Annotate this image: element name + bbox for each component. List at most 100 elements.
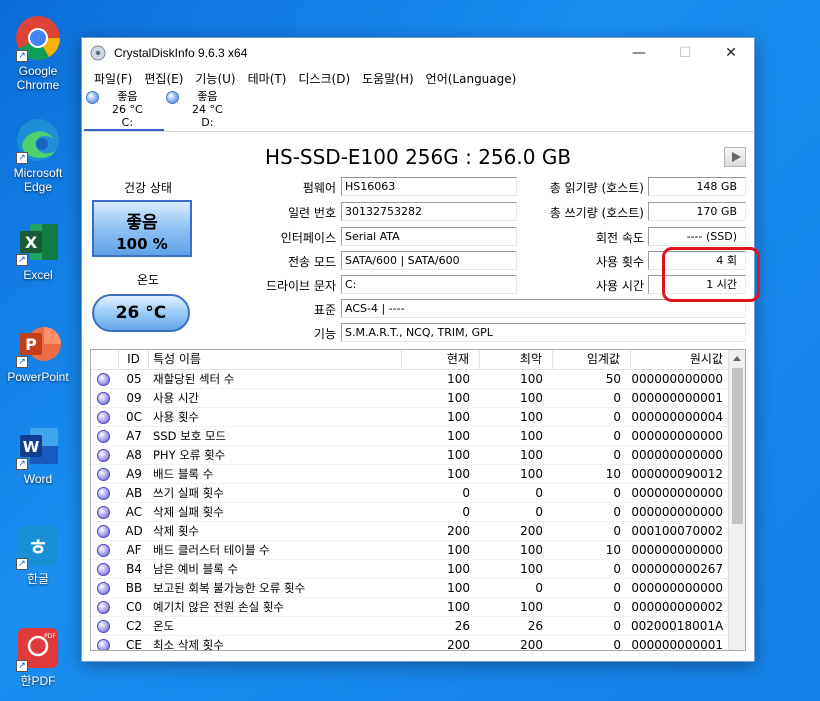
desktop-icon-edge[interactable]: ↗ Microsoft Edge xyxy=(0,116,76,194)
attribute-raw: 000000000000 xyxy=(631,448,723,462)
rotation-value: ---- (SSD) xyxy=(648,227,746,246)
table-row[interactable]: C2 온도 26 26 0 00200018001A xyxy=(91,617,729,636)
vertical-scrollbar[interactable] xyxy=(728,350,745,650)
health-status-button[interactable]: 좋음 100 % xyxy=(92,200,192,257)
desktop-icon-label: 한PDF xyxy=(20,674,56,688)
attribute-threshold: 50 xyxy=(605,372,621,386)
attribute-raw: 000000000001 xyxy=(631,638,723,651)
table-row[interactable]: 09 사용 시간 100 100 0 000000000001 xyxy=(91,389,729,408)
table-row[interactable]: A8 PHY 오류 횟수 100 100 0 000000000000 xyxy=(91,446,729,465)
menu-file[interactable]: 파일(F) xyxy=(88,70,138,87)
header-threshold[interactable]: 임계값 xyxy=(553,350,631,369)
scroll-thumb[interactable] xyxy=(732,368,743,524)
status-dot-icon xyxy=(97,525,110,538)
attribute-id: 05 xyxy=(126,372,142,386)
table-row[interactable]: BB 보고된 회복 불가능한 오류 횟수 100 0 0 000000000000 xyxy=(91,579,729,598)
attribute-id: AD xyxy=(125,524,143,538)
status-good-icon xyxy=(166,91,179,104)
status-good-icon xyxy=(91,560,119,579)
desktop-icon-label: Word xyxy=(23,472,53,486)
drive-tab-c[interactable]: 좋음 26 °C C: xyxy=(84,88,164,131)
header-current[interactable]: 현재 xyxy=(402,350,480,369)
menu-disk[interactable]: 디스크(D) xyxy=(292,70,356,87)
table-row[interactable]: AB 쓰기 실패 횟수 0 0 0 000000000000 xyxy=(91,484,729,503)
attribute-threshold: 10 xyxy=(605,467,621,481)
status-good-icon xyxy=(91,446,119,465)
table-row[interactable]: B4 남은 예비 블록 수 100 100 0 000000000267 xyxy=(91,560,729,579)
attribute-current: 100 xyxy=(447,391,470,405)
attribute-worst: 100 xyxy=(520,562,543,576)
menu-theme[interactable]: 테마(T) xyxy=(242,70,293,87)
status-good-icon xyxy=(91,427,119,446)
attribute-id: AC xyxy=(125,505,143,519)
status-good-icon xyxy=(86,91,99,104)
status-dot-icon xyxy=(97,430,110,443)
features-value: S.M.A.R.T., NCQ, TRIM, GPL xyxy=(341,323,746,342)
desktop-icon-excel[interactable]: X ↗ Excel xyxy=(0,218,76,282)
header-id[interactable]: ID xyxy=(119,350,149,369)
attribute-name: PHY 오류 횟수 xyxy=(153,448,226,462)
svg-text:W: W xyxy=(23,438,40,456)
drive-tab-d[interactable]: 좋음 24 °C D: xyxy=(164,88,244,131)
table-row[interactable]: AF 배드 클러스터 테이블 수 100 100 10 000000000000 xyxy=(91,541,729,560)
table-row[interactable]: CE 최소 삭제 횟수 200 200 0 000000000001 xyxy=(91,636,729,651)
attribute-threshold: 0 xyxy=(613,410,621,424)
app-icon xyxy=(90,45,106,61)
header-name[interactable]: 특성 이름 xyxy=(149,350,402,369)
attribute-id: C0 xyxy=(125,600,142,614)
status-dot-icon xyxy=(97,468,110,481)
table-row[interactable]: AD 삭제 횟수 200 200 0 000100070002 xyxy=(91,522,729,541)
smart-attributes-table[interactable]: ID 특성 이름 현재 최악 임계값 원시값 05 재할당된 섹터 수 100 100… xyxy=(90,349,746,651)
table-row[interactable]: C0 예기치 않은 전원 손실 횟수 100 100 0 000000000002 xyxy=(91,598,729,617)
status-good-icon xyxy=(91,598,119,617)
next-disk-button[interactable] xyxy=(724,147,746,167)
attribute-id: 0C xyxy=(125,410,142,424)
status-good-icon xyxy=(91,503,119,522)
drive-letter-label: 드라이브 문자 xyxy=(265,279,336,293)
menu-edit[interactable]: 편집(E) xyxy=(138,70,189,87)
desktop-icon-word[interactable]: W ↗ Word xyxy=(0,422,76,486)
close-button[interactable]: ✕ xyxy=(708,38,754,68)
attribute-current: 100 xyxy=(447,372,470,386)
desktop-icon-hanpdf[interactable]: PDF ↗ 한PDF xyxy=(0,624,76,688)
attribute-threshold: 0 xyxy=(613,619,621,633)
header-worst[interactable]: 최악 xyxy=(480,350,553,369)
attribute-current: 100 xyxy=(447,543,470,557)
attribute-name: 삭제 횟수 xyxy=(153,524,199,538)
attribute-id: AF xyxy=(126,543,142,557)
desktop-icon-powerpoint[interactable]: P ↗ PowerPoint xyxy=(0,320,76,384)
attribute-name: 사용 시간 xyxy=(153,391,199,405)
attribute-threshold: 0 xyxy=(613,638,621,651)
attribute-threshold: 0 xyxy=(613,524,621,538)
table-row[interactable]: A9 배드 블록 수 100 100 10 000000090012 xyxy=(91,465,729,484)
attribute-threshold: 0 xyxy=(613,600,621,614)
table-row[interactable]: AC 삭제 실패 횟수 0 0 0 000000000000 xyxy=(91,503,729,522)
attribute-current: 200 xyxy=(447,524,470,538)
attribute-worst: 100 xyxy=(520,410,543,424)
table-row[interactable]: A7 SSD 보호 모드 100 100 0 000000000000 xyxy=(91,427,729,446)
table-row[interactable]: 05 재할당된 섹터 수 100 100 50 000000000000 xyxy=(91,370,729,389)
attribute-current: 26 xyxy=(454,619,470,633)
attribute-id: A9 xyxy=(126,467,142,481)
desktop-icon-label: Excel xyxy=(23,268,53,282)
temperature-button[interactable]: 26 °C xyxy=(92,294,190,332)
temperature-label: 온도 xyxy=(136,273,160,287)
menu-language[interactable]: 언어(Language) xyxy=(420,70,523,87)
attribute-worst: 26 xyxy=(527,619,543,633)
desktop-icon-hangul[interactable]: ㅎ ↗ 한글 xyxy=(0,522,76,586)
table-row[interactable]: 0C 사용 횟수 100 100 0 000000000004 xyxy=(91,408,729,427)
drive-letter: D: xyxy=(201,116,214,129)
desktop-icon-chrome[interactable]: ↗ Google Chrome xyxy=(0,14,76,92)
minimize-button[interactable]: — xyxy=(616,38,662,68)
menu-help[interactable]: 도움말(H) xyxy=(356,70,420,87)
menu-function[interactable]: 기능(U) xyxy=(189,70,241,87)
svg-text:ㅎ: ㅎ xyxy=(28,536,48,561)
header-raw[interactable]: 원시값 xyxy=(631,350,729,369)
attribute-name: 사용 횟수 xyxy=(153,410,199,424)
maximize-button[interactable]: ☐ xyxy=(662,38,708,68)
attribute-current: 100 xyxy=(447,581,470,595)
scroll-up-icon[interactable] xyxy=(733,356,741,361)
attribute-worst: 100 xyxy=(520,429,543,443)
status-dot-icon xyxy=(97,506,110,519)
title-bar[interactable]: CrystalDiskInfo 9.6.3 x64 — ☐ ✕ xyxy=(82,38,754,68)
